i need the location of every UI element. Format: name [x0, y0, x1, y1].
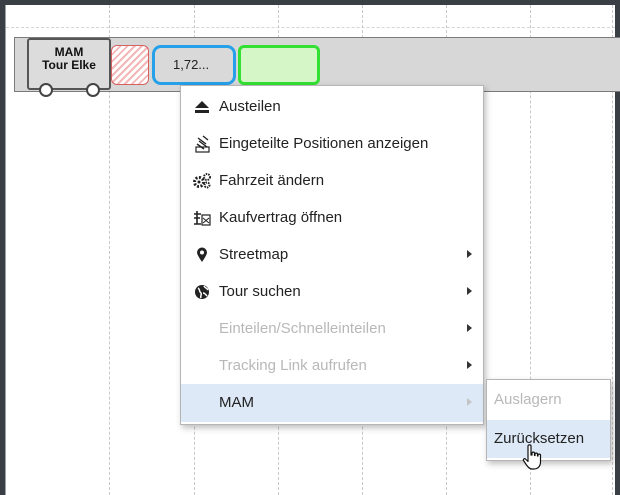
menu-item-label: MAM — [219, 394, 254, 411]
truck-wheel-icon — [86, 83, 100, 97]
truck-tour-card[interactable]: MAM Tour Elke — [27, 38, 111, 90]
menu-item-streetmap[interactable]: Streetmap — [181, 236, 483, 273]
menu-item-label: Tour suchen — [219, 283, 301, 300]
submenu-item-zuruecksetzen[interactable]: Zurücksetzen — [487, 420, 610, 458]
menu-item-austeilen[interactable]: Austeilen — [181, 88, 483, 125]
submenu-arrow-icon — [467, 324, 472, 332]
menu-item-tracking-link: Tracking Link aufrufen — [181, 347, 483, 384]
submenu-arrow-icon — [467, 361, 472, 369]
submenu-item-auslagern: Auslagern — [494, 391, 562, 408]
menu-item-label: Einteilen/Schnelleinteilen — [219, 320, 386, 337]
grid-header-line — [6, 27, 615, 28]
eject-icon — [192, 88, 212, 125]
menu-item-label: Tracking Link aufrufen — [219, 357, 367, 374]
submenu-arrow-icon — [467, 250, 472, 258]
truck-wheel-icon — [39, 83, 53, 97]
menu-item-fahrzeit-aendern[interactable]: Fahrzeit ändern — [181, 162, 483, 199]
truck-label-line2: Tour Elke — [42, 58, 96, 72]
available-slot-block[interactable] — [238, 45, 320, 85]
position-value: 1,72... — [173, 57, 210, 72]
menu-item-tour-suchen[interactable]: Tour suchen — [181, 273, 483, 310]
menu-item-label: Kaufvertrag öffnen — [219, 209, 343, 226]
menu-item-positionen-anzeigen[interactable]: Eingeteilte Positionen anzeigen — [181, 125, 483, 162]
menu-item-label: Fahrzeit ändern — [219, 172, 325, 189]
map-marker-icon — [192, 236, 212, 273]
menu-item-label: Eingeteilte Positionen anzeigen — [219, 135, 429, 152]
pointer-cursor-icon — [521, 443, 545, 475]
submenu-arrow-icon — [467, 287, 472, 295]
menu-item-kaufvertrag-oeffnen[interactable]: Kaufvertrag öffnen — [181, 199, 483, 236]
menu-item-mam[interactable]: MAM — [181, 384, 483, 422]
context-menu: Austeilen Eingeteilte Positionen anzeige… — [180, 85, 484, 425]
cogs-icon — [192, 162, 212, 199]
submenu-arrow-icon — [467, 398, 472, 406]
truck-label: MAM Tour Elke — [29, 46, 109, 72]
contract-icon — [192, 199, 212, 236]
blocked-slot[interactable] — [111, 45, 149, 85]
menu-item-label: Streetmap — [219, 246, 289, 263]
positions-list-icon — [192, 125, 212, 162]
selected-position-block[interactable]: 1,72... — [152, 45, 236, 85]
menu-item-label: Austeilen — [219, 98, 281, 115]
globe-icon — [192, 273, 212, 310]
mam-submenu: Auslagern Zurücksetzen — [486, 379, 611, 461]
menu-item-einteilen: Einteilen/Schnelleinteilen — [181, 310, 483, 347]
